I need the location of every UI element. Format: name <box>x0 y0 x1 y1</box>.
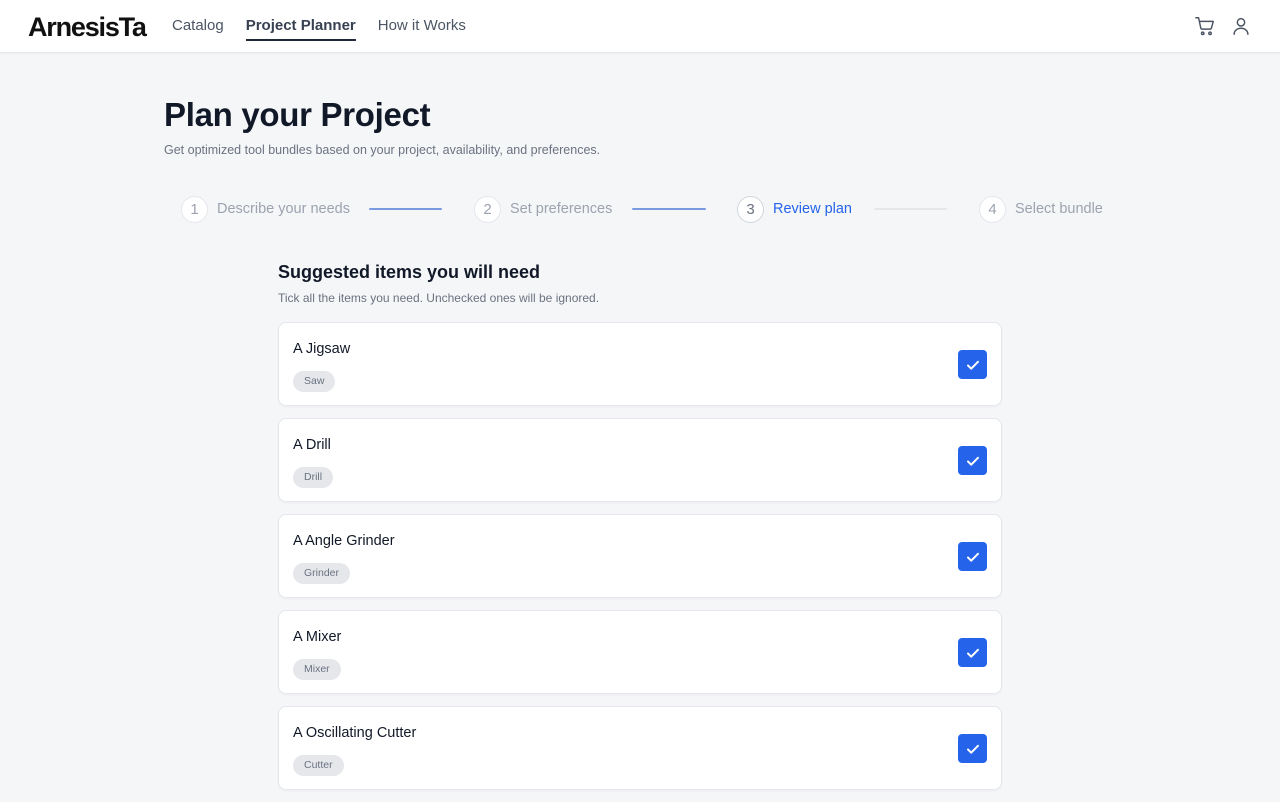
checkmark-icon <box>966 456 979 466</box>
step-connector <box>632 208 706 210</box>
checkmark-icon <box>966 552 979 562</box>
step-number: 2 <box>474 195 501 223</box>
cart-icon[interactable] <box>1194 15 1216 37</box>
brand-logo[interactable]: ArnesisTa <box>28 11 147 43</box>
item-card-jigsaw[interactable]: A Jigsaw Saw <box>278 322 1002 406</box>
step-describe-your-needs[interactable]: 1 Describe your needs <box>181 195 350 223</box>
item-name: A Angle Grinder <box>293 533 395 549</box>
item-checkbox[interactable] <box>958 734 987 763</box>
user-icon[interactable] <box>1230 15 1252 37</box>
step-review-plan[interactable]: 3 Review plan <box>737 195 852 223</box>
item-category-tag: Cutter <box>293 755 344 776</box>
checkmark-icon <box>966 744 979 754</box>
item-name: A Drill <box>293 437 331 453</box>
section-hint: Tick all the items you need. Unchecked o… <box>278 291 600 305</box>
item-card-oscillating-cutter[interactable]: A Oscillating Cutter Cutter <box>278 706 1002 790</box>
header-actions <box>1194 15 1252 37</box>
progress-stepper: 1 Describe your needs 2 Set preferences … <box>164 195 1116 223</box>
page-title: Plan your Project <box>164 96 431 133</box>
checkmark-icon <box>966 648 979 658</box>
step-number: 4 <box>979 195 1006 223</box>
step-label: Select bundle <box>1015 201 1103 217</box>
item-category-tag: Mixer <box>293 659 341 680</box>
item-checkbox[interactable] <box>958 350 987 379</box>
item-name: A Oscillating Cutter <box>293 725 417 741</box>
nav-link-project-planner[interactable]: Project Planner <box>245 0 356 41</box>
step-label: Set preferences <box>510 201 613 217</box>
section-title: Suggested items you will need <box>278 262 541 282</box>
item-category-tag: Drill <box>293 467 334 488</box>
top-navigation-bar: ArnesisTa Catalog Project Planner How it… <box>0 0 1280 53</box>
step-select-bundle[interactable]: 4 Select bundle <box>979 195 1103 223</box>
item-card-mixer[interactable]: A Mixer Mixer <box>278 610 1002 694</box>
item-category-tag: Grinder <box>293 563 351 584</box>
page-subtitle: Get optimized tool bundles based on your… <box>164 143 601 157</box>
item-checkbox[interactable] <box>958 638 987 667</box>
step-label: Describe your needs <box>217 201 350 217</box>
nav-link-catalog[interactable]: Catalog <box>172 0 224 41</box>
step-label: Review plan <box>773 201 852 217</box>
main-nav: Catalog Project Planner How it Works <box>172 0 488 53</box>
step-number: 1 <box>181 195 208 223</box>
step-connector <box>874 208 947 210</box>
nav-link-how-it-works[interactable]: How it Works <box>378 0 466 41</box>
item-checkbox[interactable] <box>958 446 987 475</box>
item-category-tag: Saw <box>293 371 336 392</box>
checkmark-icon <box>966 360 979 370</box>
item-card-drill[interactable]: A Drill Drill <box>278 418 1002 502</box>
item-checkbox[interactable] <box>958 542 987 571</box>
item-card-angle-grinder[interactable]: A Angle Grinder Grinder <box>278 514 1002 598</box>
suggested-items-list: A Jigsaw Saw A Drill Drill A Angle Grind… <box>278 322 1002 802</box>
step-connector <box>369 208 442 210</box>
step-number: 3 <box>737 195 764 223</box>
item-name: A Jigsaw <box>293 341 351 357</box>
item-name: A Mixer <box>293 629 342 645</box>
step-set-preferences[interactable]: 2 Set preferences <box>474 195 612 223</box>
